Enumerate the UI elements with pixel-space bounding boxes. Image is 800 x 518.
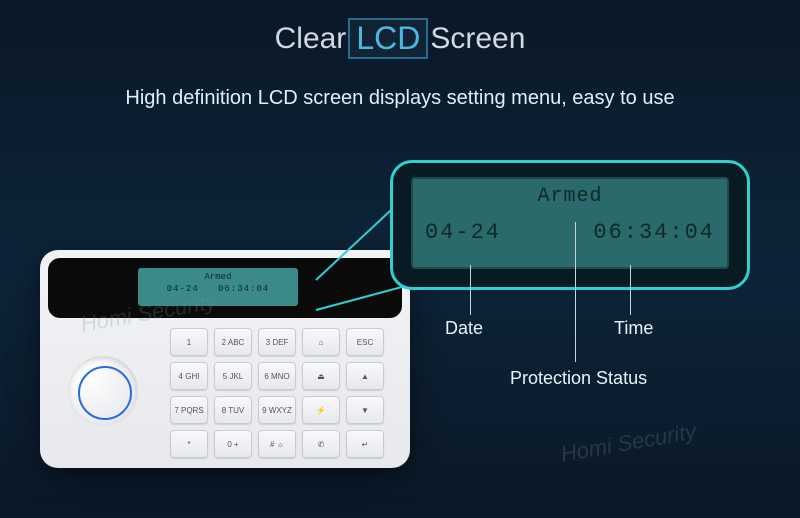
title-word-screen: Screen (430, 22, 525, 56)
keypad-grid: 12 ABC3 DEF⌂ESC 4 GHI5 JKL6 MNO⏏▲ 7 PQRS8 … (170, 328, 384, 458)
speaker-ring-icon (68, 356, 138, 426)
keypad-key[interactable]: # ☼ (258, 430, 296, 458)
device-body: 12 ABC3 DEF⌂ESC 4 GHI5 JKL6 MNO⏏▲ 7 PQRS8 … (40, 318, 410, 468)
device-bezel: Armed 04-24 06:34:04 (48, 258, 402, 318)
device-lcd-screen: Armed 04-24 06:34:04 (138, 268, 298, 306)
label-date: Date (445, 318, 483, 339)
callout-lcd-screen: Armed 04-24 06:34:04 (411, 177, 729, 269)
keypad-key[interactable]: ▲ (346, 362, 384, 390)
keypad-key[interactable]: * (170, 430, 208, 458)
title: Clear LCD Screen (0, 0, 800, 59)
keypad-key[interactable]: ⚡ (302, 396, 340, 424)
alarm-keypad-device: Armed 04-24 06:34:04 12 ABC3 DEF⌂ESC 4 GH… (40, 250, 410, 468)
keypad-key[interactable]: 0 + (214, 430, 252, 458)
title-lcd-badge: LCD (348, 18, 428, 59)
keypad-key[interactable]: ✆ (302, 430, 340, 458)
keypad-key[interactable]: 6 MNO (258, 362, 296, 390)
keypad-key[interactable]: 7 PQRS (170, 396, 208, 424)
keypad-key[interactable]: 2 ABC (214, 328, 252, 356)
keypad-key[interactable]: ⌂ (302, 328, 340, 356)
keypad-key[interactable]: 8 TUV (214, 396, 252, 424)
keypad-key[interactable]: 4 GHI (170, 362, 208, 390)
callout-time: 06:34:04 (593, 220, 715, 245)
leader-line-status (575, 222, 576, 362)
label-time: Time (614, 318, 653, 339)
callout-status: Armed (425, 185, 715, 208)
label-status: Protection Status (510, 368, 647, 389)
leader-line-date (470, 265, 471, 315)
callout-date: 04-24 (425, 220, 501, 245)
keypad-key[interactable]: ESC (346, 328, 384, 356)
keypad-key[interactable]: ⏏ (302, 362, 340, 390)
keypad-key[interactable]: ▼ (346, 396, 384, 424)
leader-line-time (630, 265, 631, 315)
subtitle: High definition LCD screen displays sett… (0, 87, 800, 110)
keypad-key[interactable]: 5 JKL (214, 362, 252, 390)
device-lcd-datetime: 04-24 06:34:04 (138, 284, 298, 296)
keypad-key[interactable]: 1 (170, 328, 208, 356)
keypad-key[interactable]: 3 DEF (258, 328, 296, 356)
keypad-key[interactable]: 9 WXYZ (258, 396, 296, 424)
title-word-clear: Clear (275, 22, 347, 56)
stage: Armed 04-24 06:34:04 12 ABC3 DEF⌂ESC 4 GH… (0, 140, 800, 518)
callout-datetime: 04-24 06:34:04 (425, 220, 715, 245)
device-lcd-status: Armed (138, 272, 298, 284)
keypad-key[interactable]: ↵ (346, 430, 384, 458)
lcd-zoom-callout: Armed 04-24 06:34:04 (390, 160, 750, 290)
